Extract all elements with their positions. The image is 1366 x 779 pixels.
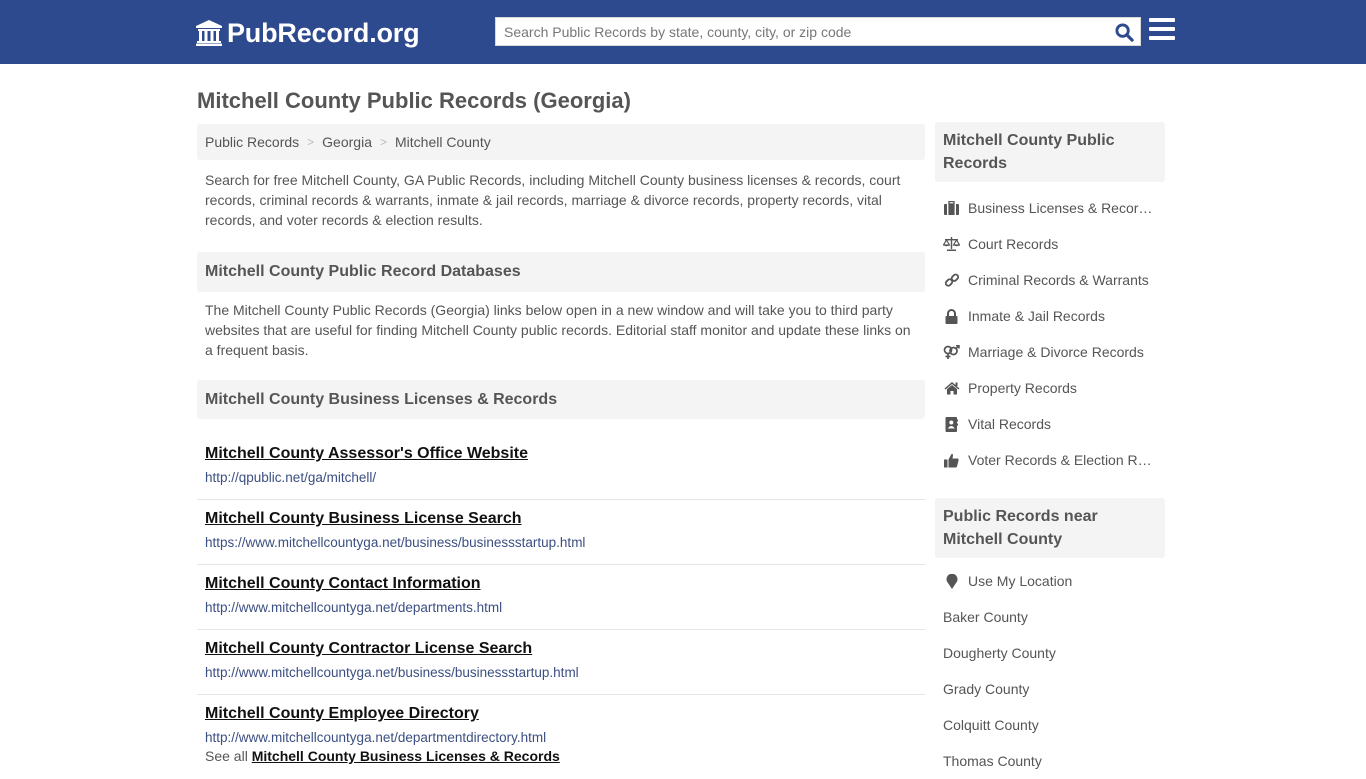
breadcrumb: Public Records > Georgia > Mitchell Coun…	[197, 124, 925, 160]
use-my-location-button[interactable]: Use My Location	[935, 563, 1165, 599]
sidebar-item-criminal[interactable]: Criminal Records & Warrants	[935, 262, 1165, 298]
sidebar-item-court[interactable]: Court Records	[935, 226, 1165, 262]
nearby-counties-list: Use My Location Baker County Dougherty C…	[935, 558, 1165, 779]
sidebar-item-label: Property Records	[968, 380, 1077, 396]
sidebar-item-label: Voter Records & Election Results	[968, 452, 1153, 468]
search-input[interactable]	[496, 18, 1106, 45]
gender-icon	[943, 344, 960, 360]
list-item: Mitchell County Contact Information http…	[197, 565, 925, 630]
business-links-list: Mitchell County Assessor's Office Websit…	[197, 435, 925, 750]
hamburger-menu-button[interactable]	[1149, 18, 1175, 42]
nearby-county-link[interactable]: Baker County	[935, 599, 1165, 635]
sidebar-item-vital[interactable]: Vital Records	[935, 406, 1165, 442]
sidebar-item-label: Criminal Records & Warrants	[968, 272, 1149, 288]
hamburger-menu-icon-bar	[1149, 18, 1175, 22]
sidebar-item-marriage[interactable]: Marriage & Divorce Records	[935, 334, 1165, 370]
nearby-county-link[interactable]: Grady County	[935, 671, 1165, 707]
link-icon	[943, 272, 960, 288]
record-link-title[interactable]: Mitchell County Employee Directory	[205, 697, 917, 725]
record-link-url[interactable]: http://www.mitchellcountyga.net/departme…	[205, 599, 917, 617]
sidebar-item-inmate[interactable]: Inmate & Jail Records	[935, 298, 1165, 334]
business-section-heading: Mitchell County Business Licenses & Reco…	[197, 380, 925, 419]
briefcase-icon	[943, 200, 960, 216]
sidebar-item-property[interactable]: Property Records	[935, 370, 1165, 406]
databases-heading: Mitchell County Public Record Databases	[197, 252, 925, 292]
map-marker-icon	[943, 573, 960, 589]
search-box	[495, 17, 1141, 46]
courthouse-icon	[196, 20, 222, 46]
thumbs-up-icon	[943, 452, 960, 468]
sidebar-item-label: Inmate & Jail Records	[968, 308, 1105, 324]
lock-icon	[943, 308, 960, 324]
nearby-county-link[interactable]: Thomas County	[935, 743, 1165, 779]
sidebar-item-label: Marriage & Divorce Records	[968, 344, 1144, 360]
record-link-title[interactable]: Mitchell County Business License Search	[205, 502, 917, 530]
see-all-link[interactable]: Mitchell County Business Licenses & Reco…	[252, 748, 560, 764]
sidebar-near-heading: Public Records near Mitchell County	[935, 498, 1165, 558]
sidebar-item-label: Vital Records	[968, 416, 1052, 432]
nearby-county-link[interactable]: Colquitt County	[935, 707, 1165, 743]
sidebar-item-label: Business Licenses & Records	[968, 200, 1153, 216]
search-button[interactable]	[1112, 21, 1136, 43]
record-link-url[interactable]: http://qpublic.net/ga/mitchell/	[205, 469, 917, 487]
nearby-county-link[interactable]: Dougherty County	[935, 635, 1165, 671]
record-link-url[interactable]: http://www.mitchellcountyga.net/business…	[205, 664, 917, 682]
list-item: Mitchell County Contractor License Searc…	[197, 630, 925, 695]
sidebar-item-label: Court Records	[968, 236, 1059, 252]
main-content: Public Records > Georgia > Mitchell Coun…	[197, 124, 925, 764]
record-link-url[interactable]: https://www.mitchellcountyga.net/busines…	[205, 534, 917, 552]
record-link-title[interactable]: Mitchell County Assessor's Office Websit…	[205, 437, 917, 465]
see-all-prefix: See all	[205, 748, 248, 764]
address-book-icon	[943, 416, 960, 432]
use-my-location-label: Use My Location	[968, 573, 1073, 589]
breadcrumb-separator: >	[379, 135, 387, 149]
sidebar-item-voter[interactable]: Voter Records & Election Results	[935, 442, 1165, 478]
site-logo[interactable]: PubRecord.org	[195, 16, 420, 50]
see-all-line: See all Mitchell County Business License…	[197, 748, 925, 764]
hamburger-menu-icon-bar	[1149, 36, 1175, 40]
sidebar-records-list: Business Licenses & Records Court Record…	[935, 182, 1165, 478]
home-icon	[943, 380, 960, 396]
search-icon	[1114, 22, 1134, 42]
sidebar: Mitchell County Public Records Business …	[935, 122, 1165, 779]
hamburger-menu-icon-bar	[1149, 27, 1175, 31]
logo-text: PubRecord.org	[227, 17, 420, 48]
databases-note: The Mitchell County Public Records (Geor…	[205, 302, 911, 358]
list-item: Mitchell County Business License Search …	[197, 500, 925, 565]
sidebar-item-business[interactable]: Business Licenses & Records	[935, 190, 1165, 226]
list-item: Mitchell County Employee Directory http:…	[197, 695, 925, 750]
list-item: Mitchell County Assessor's Office Websit…	[197, 435, 925, 500]
breadcrumb-public-records[interactable]: Public Records	[205, 134, 299, 150]
record-link-title[interactable]: Mitchell County Contact Information	[205, 567, 917, 595]
record-link-url[interactable]: http://www.mitchellcountyga.net/departme…	[205, 729, 917, 747]
page-title: Mitchell County Public Records (Georgia)	[197, 88, 631, 113]
balance-scale-icon	[943, 236, 960, 252]
record-link-title[interactable]: Mitchell County Contractor License Searc…	[205, 632, 917, 660]
sidebar-records-heading: Mitchell County Public Records	[935, 122, 1165, 182]
breadcrumb-separator: >	[307, 135, 315, 149]
site-header: PubRecord.org	[0, 0, 1366, 64]
breadcrumb-mitchell-county[interactable]: Mitchell County	[395, 134, 491, 150]
breadcrumb-georgia[interactable]: Georgia	[322, 134, 372, 150]
intro-text: Search for free Mitchell County, GA Publ…	[205, 172, 901, 228]
